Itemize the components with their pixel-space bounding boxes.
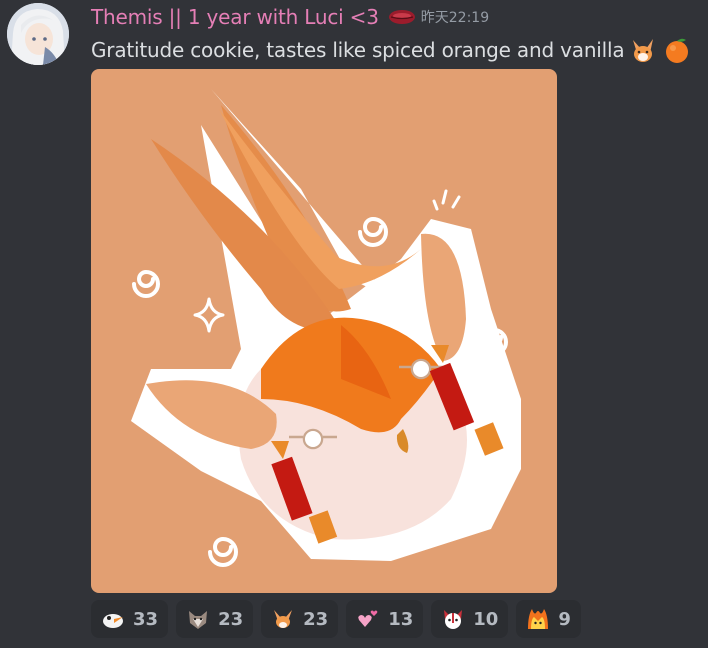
fox-emoji-icon — [271, 607, 295, 631]
message-text: Gratitude cookie, tastes like spiced ora… — [91, 38, 625, 62]
reaction-count: 23 — [218, 608, 244, 630]
reaction-dog[interactable]: 10 — [431, 600, 509, 638]
reaction-goose[interactable]: 33 — [91, 600, 169, 638]
reaction-count: 10 — [473, 608, 499, 630]
fox-emoji-icon[interactable] — [628, 35, 658, 65]
reaction-wolf[interactable]: 23 — [176, 600, 254, 638]
reaction-fox[interactable]: 23 — [261, 600, 339, 638]
user-avatar[interactable] — [7, 3, 69, 65]
reactions-bar: 33 23 23 13 10 9 — [91, 600, 581, 638]
message-content: Gratitude cookie, tastes like spiced ora… — [91, 35, 692, 65]
reaction-count: 33 — [133, 608, 159, 630]
reaction-hearts[interactable]: 13 — [346, 600, 424, 638]
reaction-count: 9 — [558, 608, 571, 630]
goose-emoji-icon — [101, 607, 125, 631]
red-lips-badge-icon — [387, 8, 417, 26]
image-attachment[interactable] — [91, 69, 557, 593]
reaction-fire-cat[interactable]: 9 — [516, 600, 581, 638]
username[interactable]: Themis || 1 year with Luci <3 — [91, 5, 379, 29]
wolf-emoji-icon — [186, 607, 210, 631]
message-timestamp: 昨天22:19 — [420, 10, 490, 26]
dog-face-emoji-icon — [441, 607, 465, 631]
fire-cat-emoji-icon — [526, 607, 550, 631]
orange-emoji-icon[interactable] — [662, 35, 692, 65]
message-header: Themis || 1 year with Luci <3 昨天22:19 — [91, 3, 489, 31]
pink-hearts-emoji-icon — [356, 607, 380, 631]
reaction-count: 13 — [388, 608, 414, 630]
reaction-count: 23 — [303, 608, 329, 630]
